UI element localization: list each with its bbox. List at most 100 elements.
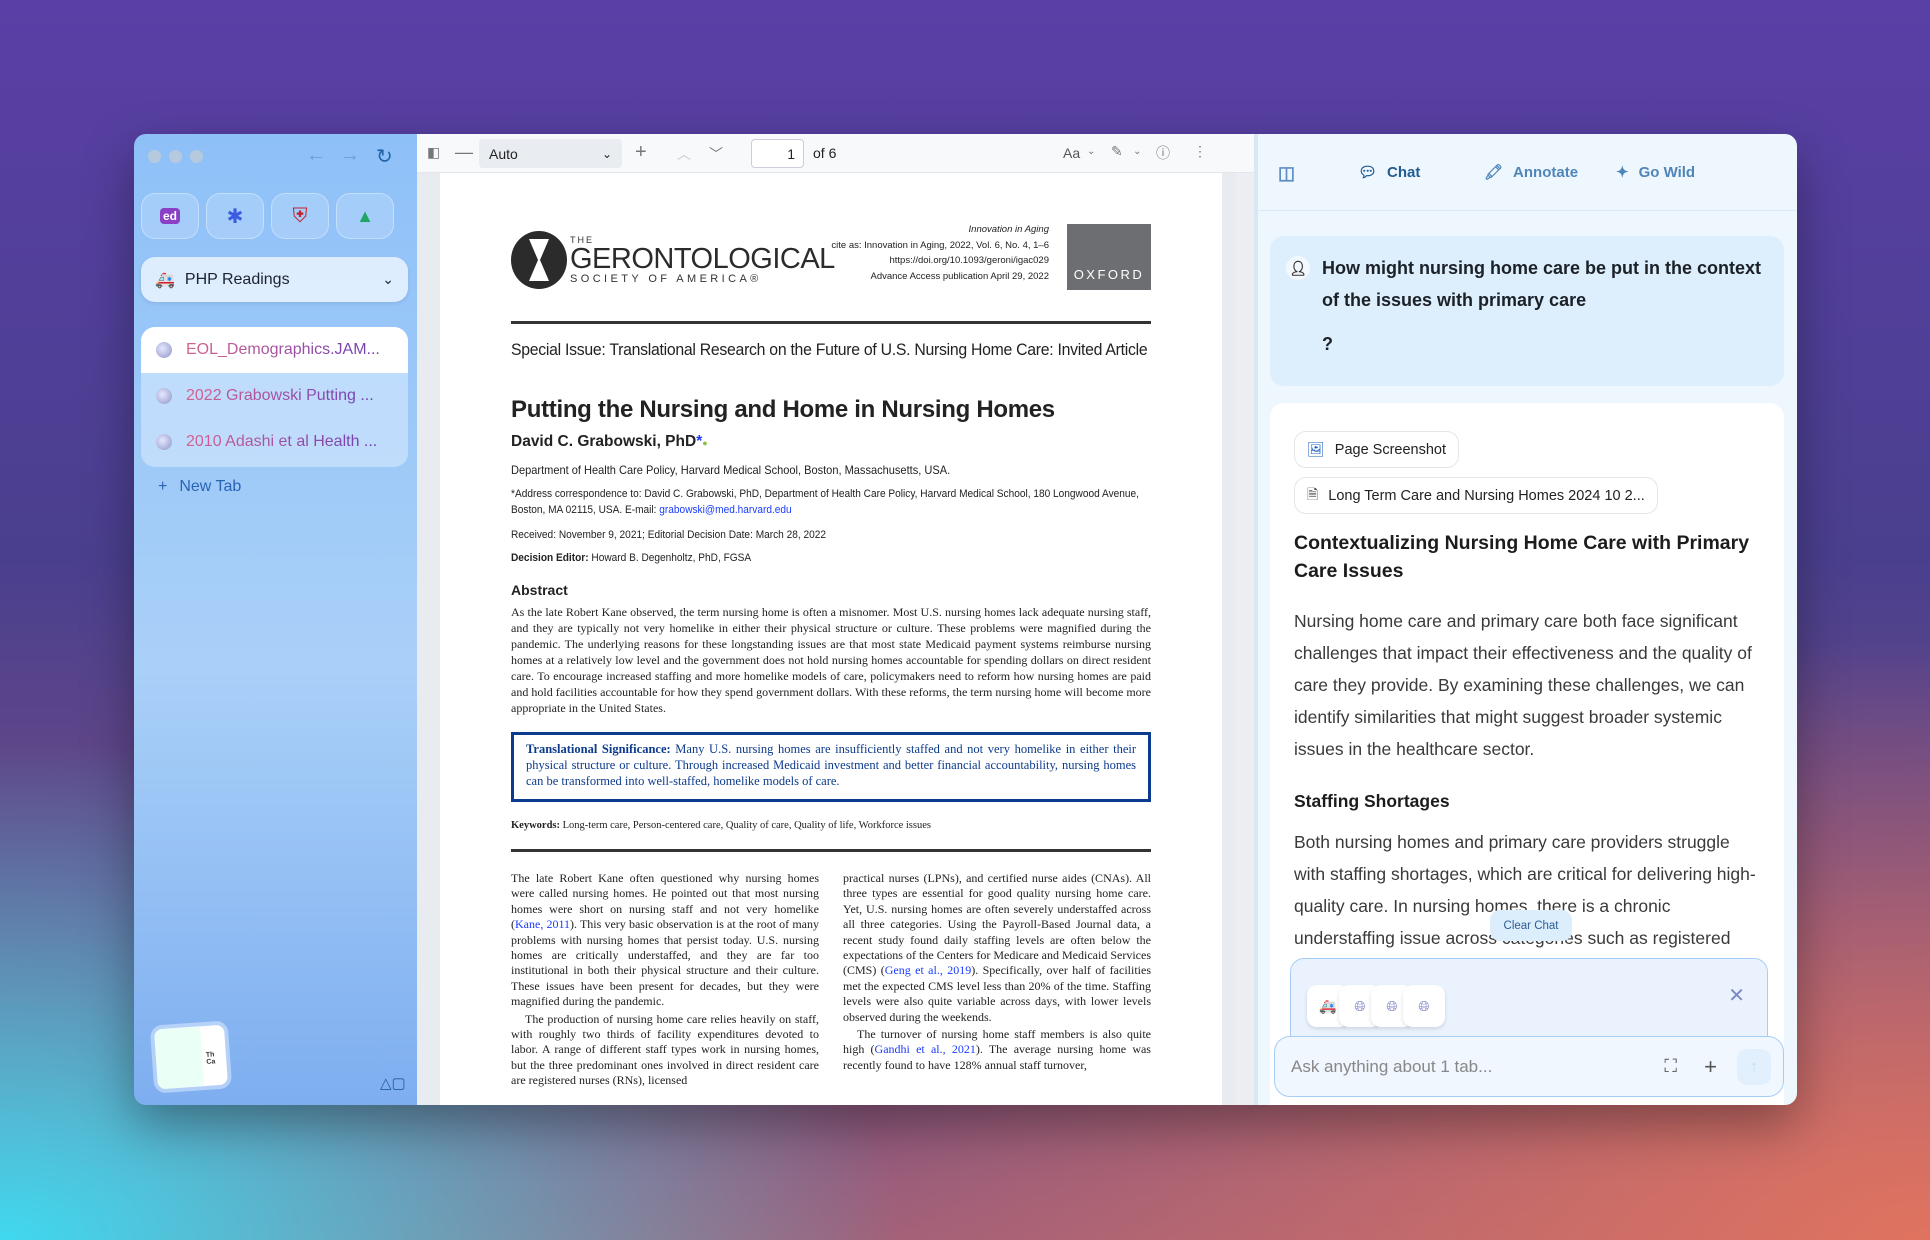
- citation-link[interactable]: Geng et al., 2019: [885, 963, 971, 977]
- arrow-up-icon: ↑: [1749, 1057, 1759, 1076]
- context-tabs-tray: 🚑 🌐︎ 🌐︎ 🌐︎ ✕: [1290, 958, 1768, 1048]
- globe-icon[interactable]: 🌐︎: [1403, 985, 1445, 1027]
- chat-bubble-icon: 💬︎: [1358, 164, 1378, 181]
- zoom-select[interactable]: Auto ⌄: [479, 139, 622, 168]
- asterisk-app-icon: ✱: [226, 205, 244, 228]
- input-placeholder: Ask anything about 1 tab...: [1291, 1056, 1493, 1076]
- doi: https://doi.org/10.1093/geroni/igac029: [889, 255, 1049, 266]
- body-column-right: practical nurses (LPNs), and certified n…: [843, 871, 1151, 1072]
- tab-item[interactable]: EOL_Demographics.JAM...: [141, 327, 408, 373]
- close-window-button[interactable]: [148, 150, 161, 163]
- keywords: Keywords: Long-term care, Person-centere…: [511, 820, 931, 831]
- pinned-google-drive[interactable]: ▲: [336, 193, 394, 239]
- back-arrow-icon[interactable]: ←: [306, 144, 326, 167]
- close-icon[interactable]: ✕: [1728, 983, 1745, 1008]
- chevron-down-icon: ⌄: [601, 146, 612, 161]
- plus-icon[interactable]: +: [1704, 1054, 1717, 1080]
- space-selector[interactable]: 🚑 PHP Readings ⌄: [141, 257, 408, 302]
- panel-toggle-icon[interactable]: ◫: [1278, 163, 1295, 184]
- globe-icon: [156, 342, 172, 358]
- tab-go-wild[interactable]: ✦ Go Wild: [1616, 163, 1695, 182]
- chat-input[interactable]: Ask anything about 1 tab... ⛶ + ↑: [1274, 1036, 1784, 1097]
- page-count: of 6: [813, 145, 837, 161]
- affiliation: Department of Health Care Policy, Harvar…: [511, 463, 951, 477]
- globe-icon: [156, 388, 172, 404]
- new-tab-label: New Tab: [179, 478, 242, 495]
- pinned-asterisk-app[interactable]: ✱: [206, 193, 264, 239]
- question-text: How might nursing home care be put in th…: [1322, 258, 1762, 310]
- globe-icon: [156, 434, 172, 450]
- tab-chat[interactable]: 💬︎ Chat: [1358, 163, 1420, 182]
- pdf-toolbar: ◧ — Auto ⌄ + ︿ ﹀ 1 of 6 Aa ⌄ ✎ ⌄ ⓘ ⋮: [417, 134, 1254, 173]
- pinned-harvard[interactable]: ⛨: [271, 193, 329, 239]
- pdf-page: THE GERONTOLOGICAL SOCIETY OF AMERICA® Inn…: [440, 173, 1222, 1105]
- author: David C. Grabowski, PhD*●: [511, 433, 708, 450]
- special-issue: Special Issue: Translational Research on…: [511, 340, 1148, 359]
- minimize-window-button[interactable]: [169, 150, 182, 163]
- google-drive-icon: ▲: [356, 205, 374, 226]
- pdf-viewer: ◧ — Auto ⌄ + ︿ ﹀ 1 of 6 Aa ⌄ ✎ ⌄ ⓘ ⋮ THE G…: [417, 134, 1254, 1105]
- abstract-heading: Abstract: [511, 582, 568, 598]
- tab-title: 2010 Adashi et al Health ...: [186, 433, 378, 450]
- harvard-shield-icon: ⛨: [292, 204, 308, 227]
- chat-header: ◫ 💬︎ Chat 🖍︎ Annotate ✦ Go Wild: [1258, 134, 1797, 211]
- orcid-icon: ●: [702, 438, 708, 448]
- pen-icon[interactable]: ✎: [1111, 143, 1123, 160]
- hourglass-logo-icon: [511, 231, 567, 289]
- clear-chat-button[interactable]: Clear Chat: [1490, 910, 1572, 941]
- chat-panel: ◫ 💬︎ Chat 🖍︎ Annotate ✦ Go Wild 👤︎ How migh…: [1254, 134, 1797, 1105]
- page-number-input[interactable]: 1: [751, 139, 804, 168]
- zoom-in-icon[interactable]: +: [635, 141, 647, 164]
- translational-significance-box: Translational Significance: Many U.S. nu…: [511, 732, 1151, 802]
- email-link[interactable]: grabowski@med.harvard.edu: [659, 504, 791, 516]
- document-chip[interactable]: 🗎 Long Term Care and Nursing Homes 2024 1…: [1294, 477, 1658, 514]
- space-name: PHP Readings: [184, 270, 290, 288]
- reload-icon[interactable]: ↻: [376, 144, 393, 169]
- tab-preview-thumbnail[interactable]: Th Ca: [153, 1024, 229, 1090]
- next-page-icon[interactable]: ﹀: [709, 144, 723, 164]
- shapes-icon[interactable]: △▢: [380, 1074, 406, 1092]
- section-heading: Staffing Shortages: [1294, 791, 1450, 811]
- sidebar: ← → ↻ ed ✱ ⛨ ▲ 🚑 PHP Readings ⌄ EOL_Demo…: [134, 134, 417, 1105]
- forward-arrow-icon[interactable]: →: [340, 144, 360, 167]
- new-tab-button[interactable]: + New Tab: [158, 478, 241, 496]
- answer-title: Contextualizing Nursing Home Care with P…: [1294, 532, 1750, 582]
- chevron-down-icon[interactable]: ⌄: [1133, 146, 1141, 157]
- thumbnail-text: Th Ca: [205, 1051, 216, 1066]
- page-screenshot-chip[interactable]: 🖼︎ Page Screenshot: [1294, 431, 1460, 468]
- previous-page-icon[interactable]: ︿: [677, 144, 691, 164]
- zoom-out-icon[interactable]: —: [455, 142, 473, 163]
- info-icon[interactable]: ⓘ: [1156, 143, 1170, 163]
- pinned-ed[interactable]: ed: [141, 193, 199, 239]
- question-tail: ?: [1322, 334, 1333, 354]
- tab-item[interactable]: 2010 Adashi et al Health ...: [141, 419, 408, 465]
- pinned-apps: ed ✱ ⛨ ▲: [141, 193, 394, 239]
- tab-item[interactable]: 2022 Grabowski Putting ...: [141, 373, 408, 419]
- cite-as: cite as: Innovation in Aging, 2022, Vol.…: [831, 239, 1049, 251]
- text-size-button[interactable]: Aa: [1063, 145, 1080, 161]
- gsa-logo: THE GERONTOLOGICAL SOCIETY OF AMERICA®: [511, 231, 835, 289]
- decision-editor: Decision Editor: Howard B. Degenholtz, P…: [511, 552, 752, 564]
- citation-link[interactable]: Gandhi et al., 2021: [875, 1042, 976, 1056]
- citation-link[interactable]: Kane, 2011: [515, 917, 570, 931]
- screenshot-scan-icon[interactable]: ⛶: [1664, 1056, 1677, 1077]
- divider: [511, 321, 1151, 324]
- logo-society: SOCIETY OF AMERICA®: [570, 272, 762, 285]
- zoom-window-button[interactable]: [190, 150, 203, 163]
- scrollbar[interactable]: [1236, 173, 1254, 1105]
- logo-name: GERONTOLOGICAL: [570, 242, 835, 275]
- citation-block: Innovation in Aging cite as: Innovation …: [831, 222, 1049, 284]
- sidebar-toggle-icon[interactable]: ◧: [427, 144, 440, 161]
- oxford-logo: OXFORD: [1067, 224, 1151, 290]
- chevron-down-icon[interactable]: ⌄: [1087, 146, 1095, 157]
- ed-icon: ed: [159, 208, 180, 224]
- tab-annotate[interactable]: 🖍︎ Annotate: [1484, 163, 1578, 182]
- send-button[interactable]: ↑: [1737, 1049, 1771, 1085]
- image-icon: 🖼︎: [1307, 441, 1325, 457]
- journal-name: Innovation in Aging: [968, 224, 1049, 235]
- correspondence: *Address correspondence to: David C. Gra…: [511, 488, 1139, 516]
- publication-date: Advance Access publication April 29, 202…: [870, 270, 1049, 282]
- more-menu-icon[interactable]: ⋮: [1193, 143, 1207, 160]
- browser-window: ← → ↻ ed ✱ ⛨ ▲ 🚑 PHP Readings ⌄ EOL_Demo…: [134, 134, 1797, 1105]
- user-avatar-icon: 👤︎: [1286, 256, 1310, 280]
